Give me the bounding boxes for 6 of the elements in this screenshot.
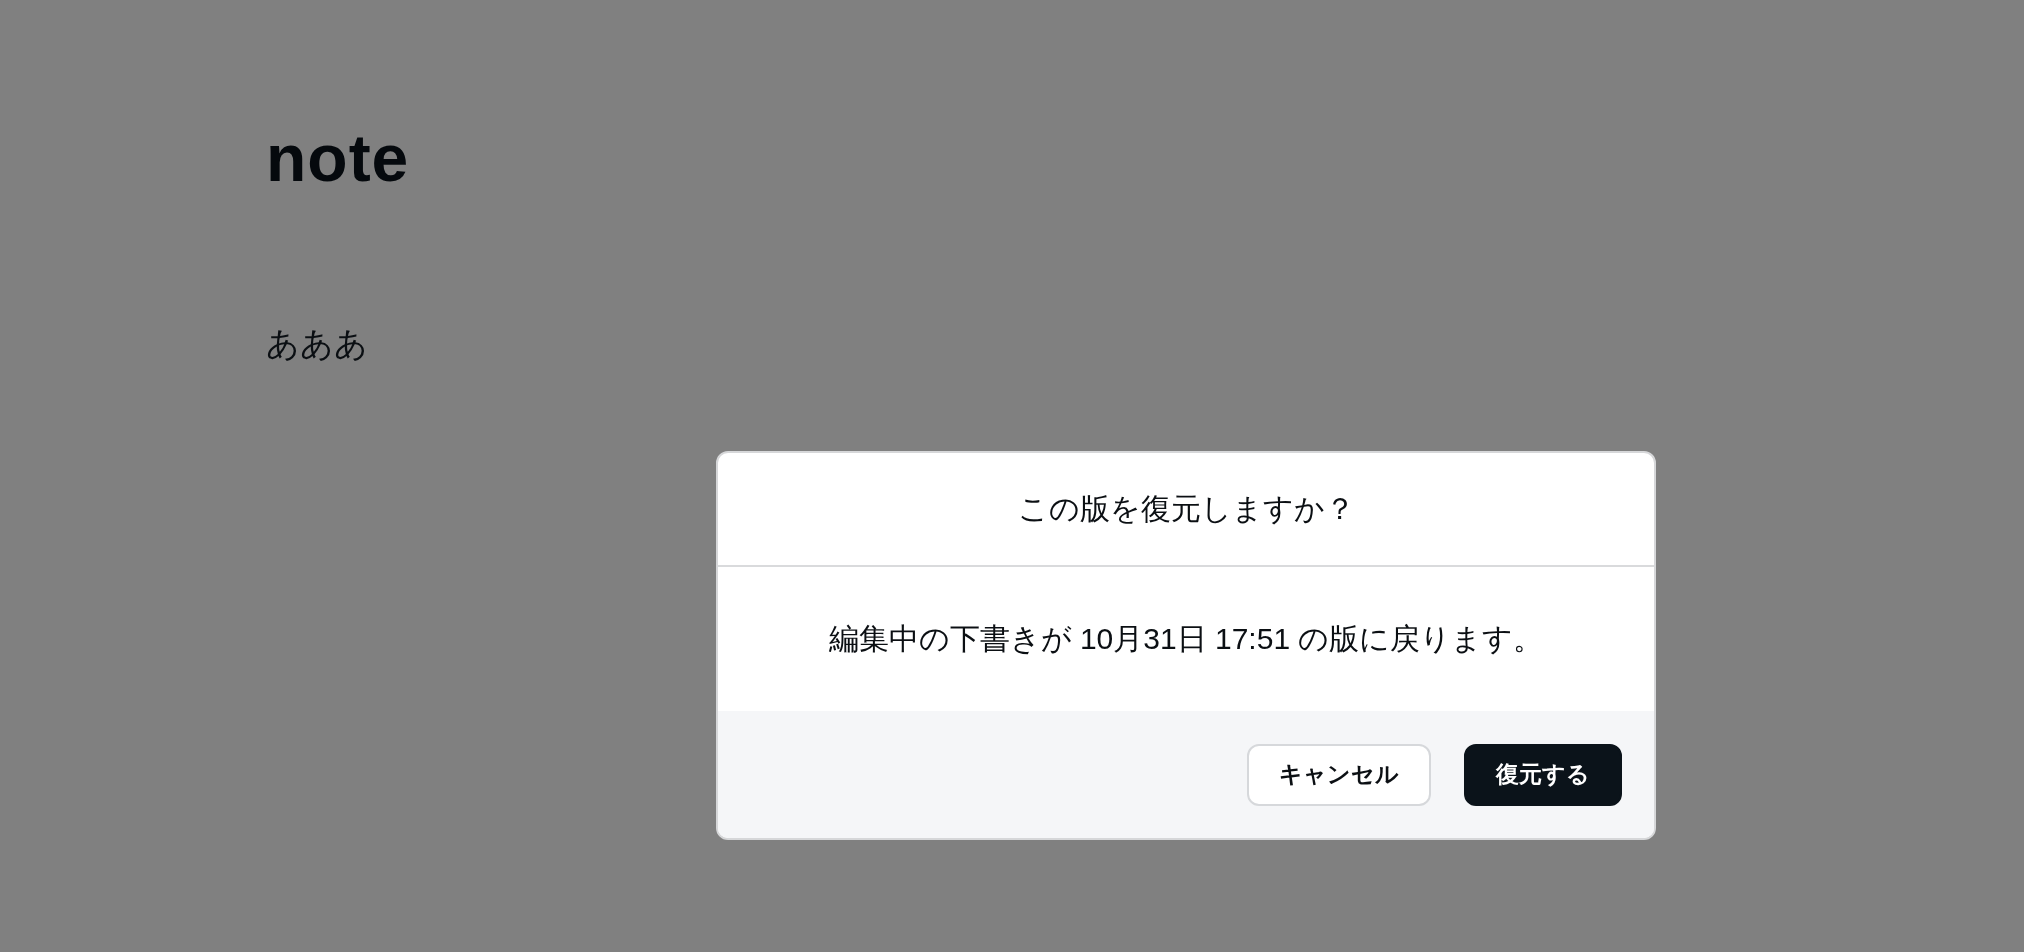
note-logo: note	[266, 122, 410, 195]
note-body-text: あああ	[266, 323, 368, 364]
dialog-title: この版を復元しますか？	[1017, 490, 1355, 527]
restore-button[interactable]: 復元する	[1464, 743, 1622, 806]
dialog-message: 編集中の下書きが 10月31日 17:51 の版に戻ります。	[828, 620, 1544, 657]
cancel-button[interactable]: キャンセル	[1247, 743, 1431, 806]
